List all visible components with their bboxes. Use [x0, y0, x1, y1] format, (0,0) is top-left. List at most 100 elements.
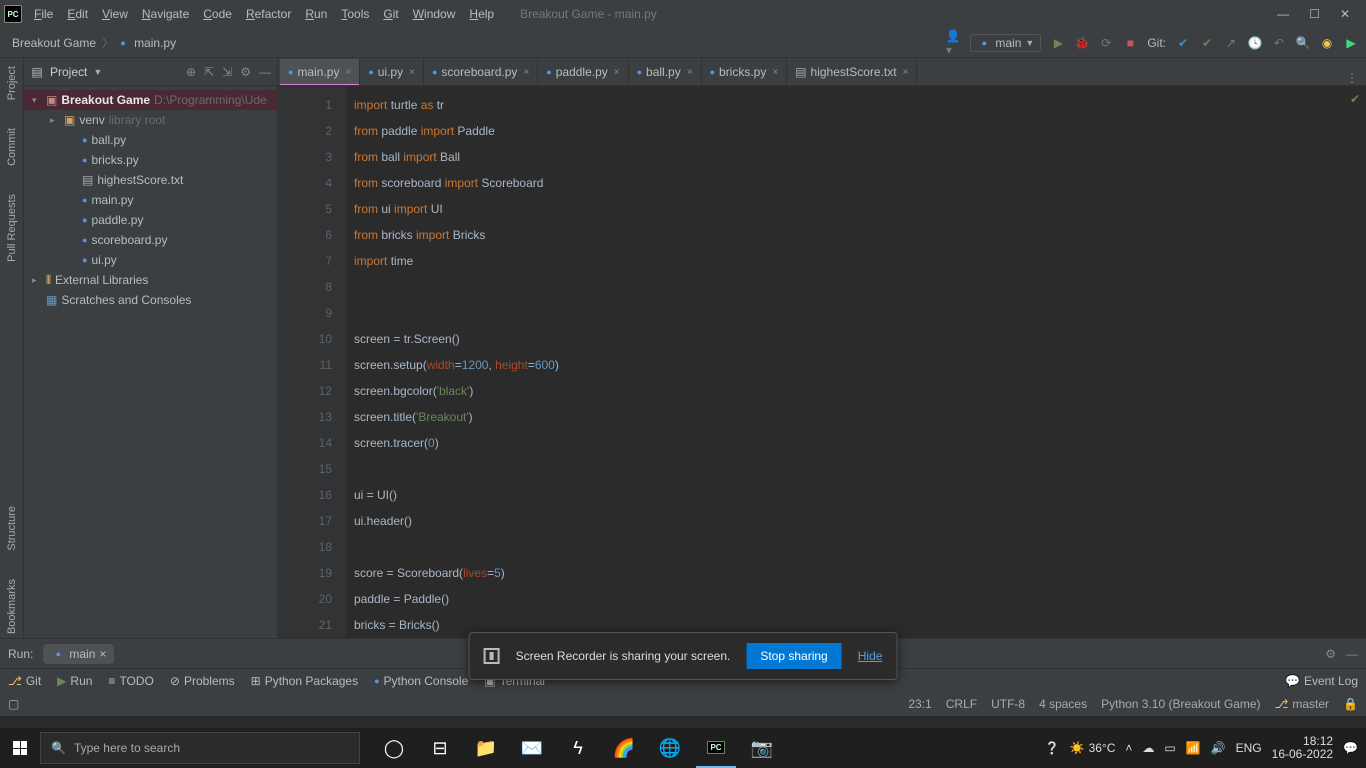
coverage-icon[interactable]: ⟳ [1099, 36, 1113, 50]
stop-sharing-button[interactable]: Stop sharing [746, 643, 841, 669]
menu-code[interactable]: Code [197, 5, 238, 23]
python-interpreter[interactable]: Python 3.10 (Breakout Game) [1101, 697, 1260, 711]
run-config-combo[interactable]: ● main ▼ [970, 34, 1041, 52]
start-button[interactable] [0, 728, 40, 768]
menu-file[interactable]: File [28, 5, 59, 23]
git-branch[interactable]: ⎇master [1275, 697, 1330, 711]
tree-file-ui-py[interactable]: ● ui.py [24, 250, 277, 270]
ide-updates-icon[interactable]: ◉ [1320, 36, 1334, 50]
cortana-icon[interactable]: ⊟ [420, 728, 460, 768]
collapse-all-icon[interactable]: ⇲ [222, 65, 232, 79]
breadcrumb-file[interactable]: main.py [130, 36, 180, 50]
close-icon[interactable]: × [523, 67, 529, 78]
minimize-icon[interactable]: — [1277, 7, 1289, 21]
app-icon-1[interactable]: ϟ [558, 728, 598, 768]
git-history-icon[interactable]: 🕓 [1248, 36, 1262, 50]
project-panel-title[interactable]: Project [50, 65, 87, 79]
battery-icon[interactable]: ▭ [1164, 741, 1175, 755]
hide-share-link[interactable]: Hide [858, 649, 883, 663]
editor-tab-bricks-py[interactable]: ●bricks.py× [702, 59, 788, 85]
language-indicator[interactable]: ENG [1236, 741, 1262, 755]
indent-setting[interactable]: 4 spaces [1039, 697, 1087, 711]
git-tool-tab[interactable]: ⎇Git [8, 674, 41, 688]
run-tool-tab[interactable]: ▶Run [57, 674, 92, 688]
editor-tab-highestScore-txt[interactable]: ▤highestScore.txt× [787, 59, 917, 85]
editor-tab-scoreboard-py[interactable]: ●scoreboard.py× [424, 59, 538, 85]
run-anything-icon[interactable]: ▶ [1344, 36, 1358, 50]
left-tool-pull-requests[interactable]: Pull Requests [6, 190, 18, 266]
menu-refactor[interactable]: Refactor [240, 5, 297, 23]
tree-file-paddle-py[interactable]: ● paddle.py [24, 210, 277, 230]
run-tab-main[interactable]: ● main × [43, 644, 114, 664]
close-icon[interactable]: × [99, 647, 106, 661]
mail-icon[interactable]: ✉️ [512, 728, 552, 768]
hide-icon[interactable]: — [259, 65, 271, 79]
weather-widget[interactable]: ☀️36°C [1070, 741, 1116, 755]
python-packages-tab[interactable]: ⊞Python Packages [251, 674, 358, 688]
menu-navigate[interactable]: Navigate [136, 5, 195, 23]
close-icon[interactable]: × [345, 67, 351, 78]
file-encoding[interactable]: UTF-8 [991, 697, 1025, 711]
left-tool-bookmarks[interactable]: Bookmarks [6, 575, 18, 638]
chevron-down-icon[interactable]: ▼ [93, 67, 102, 77]
close-icon[interactable]: × [687, 67, 693, 78]
code-editor[interactable]: import turtle as trfrom paddle import Pa… [346, 86, 1366, 638]
maximize-icon[interactable]: ☐ [1309, 7, 1320, 21]
close-icon[interactable]: × [772, 67, 778, 78]
debug-icon[interactable]: 🐞 [1075, 36, 1089, 50]
editor-tab-ui-py[interactable]: ●ui.py× [360, 59, 424, 85]
tree-root[interactable]: ▾▣ Breakout Game D:\Programming\Ude [24, 90, 277, 110]
close-icon[interactable]: × [409, 67, 415, 78]
add-user-icon[interactable]: 👤▾ [946, 36, 960, 50]
inspection-ok-icon[interactable]: ✔ [1350, 92, 1360, 106]
git-pull-icon[interactable]: ✔ [1176, 36, 1190, 50]
locate-icon[interactable]: ⊕ [186, 65, 196, 79]
left-tool-commit[interactable]: Commit [6, 124, 18, 170]
tree-external-libraries[interactable]: ▸⫴ External Libraries [24, 270, 277, 290]
tree-file-highestScore-txt[interactable]: ▤ highestScore.txt [24, 170, 277, 190]
close-icon[interactable]: × [614, 67, 620, 78]
tabs-more-icon[interactable]: ⋮ [1338, 71, 1366, 85]
help-tray-icon[interactable]: ❔ [1045, 741, 1060, 755]
pause-icon[interactable] [484, 648, 500, 664]
windows-search[interactable]: 🔍 Type here to search [40, 732, 360, 764]
lock-icon[interactable]: 🔒 [1343, 697, 1358, 711]
event-log-tab[interactable]: 💬Event Log [1285, 674, 1358, 688]
gear-icon[interactable]: ⚙ [240, 65, 251, 79]
menu-run[interactable]: Run [299, 5, 333, 23]
onedrive-icon[interactable]: ☁ [1142, 741, 1154, 755]
todo-tool-tab[interactable]: ≡TODO [108, 674, 153, 688]
run-icon[interactable]: ▶ [1051, 36, 1065, 50]
menu-tools[interactable]: Tools [335, 5, 375, 23]
git-push-icon[interactable]: ↗ [1224, 36, 1238, 50]
close-icon[interactable]: ✕ [1340, 7, 1350, 21]
volume-icon[interactable]: 🔊 [1211, 741, 1226, 755]
wifi-icon[interactable]: 📶 [1186, 741, 1201, 755]
search-icon[interactable]: 🔍 [1296, 36, 1310, 50]
breadcrumb-project[interactable]: Breakout Game [8, 36, 100, 50]
tray-chevron-icon[interactable]: ˄ [1125, 741, 1132, 755]
editor-tab-main-py[interactable]: ●main.py× [280, 59, 360, 85]
app-icon-2[interactable]: 🌈 [604, 728, 644, 768]
left-tool-project[interactable]: Project [6, 62, 18, 104]
menu-edit[interactable]: Edit [61, 5, 94, 23]
tree-file-ball-py[interactable]: ● ball.py [24, 130, 277, 150]
python-console-tab[interactable]: ●Python Console [374, 674, 468, 688]
git-rollback-icon[interactable]: ↶ [1272, 36, 1286, 50]
tool-windows-icon[interactable]: ▢ [8, 697, 19, 711]
caret-position[interactable]: 23:1 [908, 697, 931, 711]
tree-scratches[interactable]: ▦ Scratches and Consoles [24, 290, 277, 310]
left-tool-structure[interactable]: Structure [6, 502, 18, 555]
menu-view[interactable]: View [96, 5, 134, 23]
file-explorer-icon[interactable]: 📁 [466, 728, 506, 768]
screen-recorder-icon[interactable]: 📷 [742, 728, 782, 768]
expand-all-icon[interactable]: ⇱ [204, 65, 214, 79]
menu-git[interactable]: Git [377, 5, 404, 23]
tree-venv[interactable]: ▸▣ venv library root [24, 110, 277, 130]
editor-tab-paddle-py[interactable]: ●paddle.py× [538, 59, 628, 85]
problems-tool-tab[interactable]: ⊘Problems [170, 674, 235, 688]
git-commit-icon[interactable]: ✔ [1200, 36, 1214, 50]
stop-icon[interactable]: ■ [1123, 36, 1137, 50]
line-separator[interactable]: CRLF [946, 697, 977, 711]
tree-file-main-py[interactable]: ● main.py [24, 190, 277, 210]
